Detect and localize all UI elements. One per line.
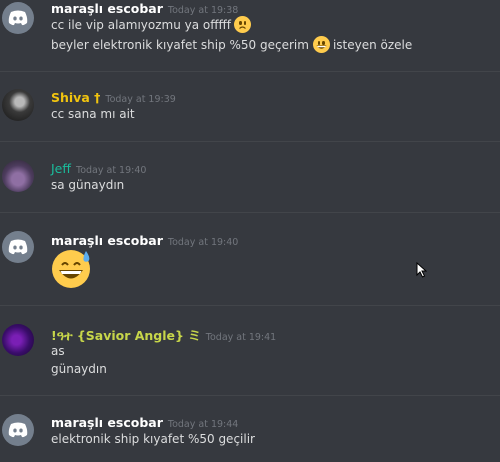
username[interactable]: Shiva † <box>51 90 100 105</box>
message-divider <box>0 141 500 142</box>
message-header: Shiva † Today at 19:39 <box>51 90 176 106</box>
avatar[interactable] <box>2 324 34 356</box>
username[interactable]: Jeff <box>51 161 71 176</box>
message-text: sa günaydın <box>51 178 125 192</box>
message-line: as <box>51 344 65 358</box>
discord-logo-icon <box>8 422 28 438</box>
username[interactable]: maraşlı escobar <box>51 233 163 248</box>
avatar[interactable] <box>2 414 34 446</box>
message-line: cc sana mı ait <box>51 107 135 121</box>
message-line: sa günaydın <box>51 178 124 192</box>
avatar[interactable] <box>2 2 34 34</box>
username[interactable]: maraşlı escobar <box>51 415 163 430</box>
mouse-pointer-icon <box>416 261 428 282</box>
message-divider <box>0 395 500 396</box>
message-header: maraşlı escobar Today at 19:44 <box>51 415 238 431</box>
message-divider <box>0 212 500 213</box>
timestamp: Today at 19:39 <box>105 94 176 105</box>
message-header: maraşlı escobar Today at 19:38 <box>51 1 238 17</box>
grinning-face-with-sweat-icon <box>51 249 95 293</box>
timestamp: Today at 19:41 <box>205 332 277 343</box>
message-line: beyler elektronik kıyafet ship %50 geçer… <box>51 36 412 53</box>
message-line: günaydın <box>51 362 107 376</box>
message-header: !ዓተ {Savior Angle} ミ Today at 19:41 <box>51 325 277 344</box>
username[interactable]: !ዓተ {Savior Angle} ミ <box>51 325 201 344</box>
avatar[interactable] <box>2 231 34 263</box>
timestamp: Today at 19:40 <box>76 165 147 176</box>
message-line: elektronik ship kıyafet %50 geçilir <box>51 432 255 446</box>
timestamp: Today at 19:38 <box>167 5 239 16</box>
message-header: Jeff Today at 19:40 <box>51 161 146 177</box>
discord-logo-icon <box>8 239 28 255</box>
message-text: isteyen özele <box>332 37 413 52</box>
message-header: maraşlı escobar Today at 19:40 <box>51 233 238 249</box>
grinning-face-icon <box>312 36 330 53</box>
discord-logo-icon <box>8 10 28 26</box>
frowning-face-icon <box>234 16 252 33</box>
username[interactable]: maraşlı escobar <box>51 1 163 16</box>
message-text: cc sana mı ait <box>51 107 135 121</box>
avatar[interactable] <box>2 160 34 192</box>
message-divider <box>0 305 500 306</box>
message-line: cc ile vip alamıyozmu ya offfff <box>51 16 253 33</box>
message-divider <box>0 71 500 72</box>
avatar[interactable] <box>2 89 34 121</box>
timestamp: Today at 19:44 <box>167 419 239 430</box>
message-text: günaydın <box>51 362 107 376</box>
message-text: as <box>51 344 65 358</box>
message-text: cc ile vip alamıyozmu ya offfff <box>51 17 232 32</box>
message-text: elektronik ship kıyafet %50 geçilir <box>51 432 255 446</box>
message-text: beyler elektronik kıyafet ship %50 geçer… <box>51 37 309 52</box>
timestamp: Today at 19:40 <box>167 237 239 248</box>
